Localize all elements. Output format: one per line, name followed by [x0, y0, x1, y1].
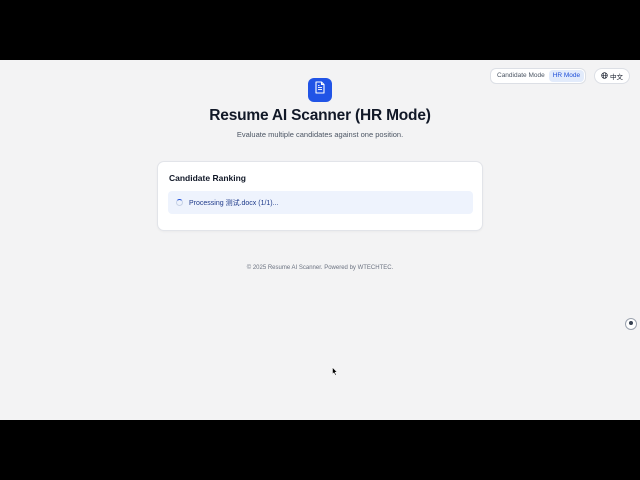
- globe-icon: [601, 71, 608, 81]
- card-title: Candidate Ranking: [169, 173, 246, 183]
- processing-status: Processing 测试.docx (1/1)...: [168, 191, 473, 214]
- page-subtitle: Evaluate multiple candidates against one…: [236, 130, 404, 139]
- mode-toggle: Candidate Mode HR Mode: [490, 68, 586, 84]
- footer: © 2025 Resume AI Scanner. Powered by WTE…: [246, 265, 394, 271]
- candidate-mode-button[interactable]: Candidate Mode: [493, 70, 549, 82]
- document-icon: [314, 81, 326, 99]
- logo: [308, 78, 332, 102]
- language-button[interactable]: 中文: [594, 68, 630, 84]
- page-title: Resume AI Scanner (HR Mode): [209, 107, 431, 124]
- candidate-ranking-card: Candidate Ranking Processing 测试.docx (1/…: [157, 161, 483, 231]
- spinner-icon: [176, 199, 183, 206]
- language-label: 中文: [610, 74, 623, 81]
- processing-status-text: Processing 测试.docx (1/1)...: [189, 199, 279, 207]
- mouse-cursor-icon: [332, 363, 338, 381]
- hr-mode-button[interactable]: HR Mode: [548, 70, 585, 82]
- avatar[interactable]: [625, 318, 637, 330]
- app-viewport: Candidate Mode HR Mode 中文 Resume AI Scan…: [0, 60, 640, 420]
